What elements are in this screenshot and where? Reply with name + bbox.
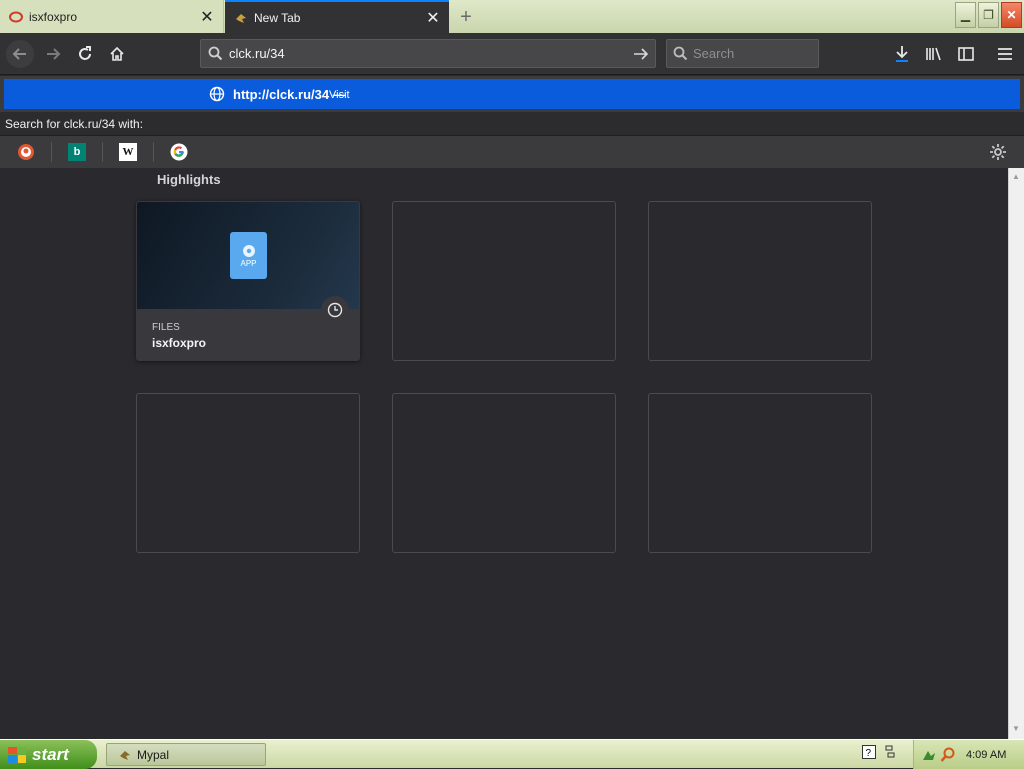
windows-flag-icon bbox=[8, 746, 26, 763]
search-placeholder: Search bbox=[693, 46, 735, 61]
tab-new-tab[interactable]: New Tab ✕ bbox=[225, 0, 449, 33]
window-close-button[interactable]: ✕ bbox=[1001, 2, 1022, 28]
forward-button[interactable] bbox=[39, 40, 67, 68]
start-label: start bbox=[32, 744, 69, 764]
urlbar-dropdown: http://clck.ru/34 — Visit Search for clc… bbox=[0, 76, 1024, 168]
engine-separator bbox=[153, 142, 154, 162]
history-clock-icon bbox=[321, 296, 349, 324]
go-arrow-icon[interactable] bbox=[627, 47, 655, 61]
google-icon[interactable] bbox=[170, 143, 188, 161]
engine-separator bbox=[102, 142, 103, 162]
reload-button[interactable] bbox=[71, 40, 99, 68]
tab-title: isxfoxpro bbox=[29, 9, 78, 24]
mypal-icon bbox=[117, 747, 133, 763]
close-icon[interactable]: ✕ bbox=[197, 7, 217, 27]
close-icon[interactable]: ✕ bbox=[423, 8, 443, 28]
menu-icon[interactable] bbox=[991, 40, 1019, 68]
visit-suggestion-row[interactable]: http://clck.ru/34 — Visit bbox=[4, 79, 1020, 109]
taskbar-item-mypal[interactable]: Mypal bbox=[106, 743, 266, 766]
window-controls: ▁ ❐ ✕ bbox=[955, 2, 1022, 28]
help-icon[interactable]: ? bbox=[862, 745, 876, 764]
search-icon bbox=[667, 46, 693, 61]
restore-button[interactable]: ❐ bbox=[978, 2, 999, 28]
new-tab-button[interactable]: + bbox=[455, 6, 477, 28]
highlight-card[interactable]: APP FILES isxfoxpro bbox=[136, 201, 360, 361]
search-with-label: Search for clck.ru/34 with: bbox=[0, 112, 1024, 136]
home-button[interactable] bbox=[103, 40, 131, 68]
tray-extra-icons: ? bbox=[862, 744, 896, 765]
downloads-icon[interactable] bbox=[888, 40, 916, 68]
system-tray: 4:09 AM bbox=[913, 740, 1024, 769]
search-engine-bar: b W bbox=[0, 136, 1024, 168]
mypal-favicon-icon bbox=[234, 11, 248, 25]
tab-title: New Tab bbox=[254, 10, 301, 25]
svg-text:?: ? bbox=[866, 748, 872, 759]
network-icon[interactable] bbox=[884, 744, 896, 765]
taskbar-item-label: Mypal bbox=[137, 747, 170, 762]
search-bar[interactable]: Search bbox=[666, 39, 819, 68]
new-tab-content: Highlights APP FILES isxfoxpro bbox=[0, 168, 1008, 739]
url-bar[interactable]: clck.ru/34 bbox=[200, 39, 656, 68]
tab-isxfoxpro[interactable]: isxfoxpro ✕ bbox=[0, 0, 224, 33]
engine-separator bbox=[51, 142, 52, 162]
app-file-icon-label: APP bbox=[240, 259, 257, 268]
sidebar-icon[interactable] bbox=[952, 40, 980, 68]
library-icon[interactable] bbox=[920, 40, 948, 68]
duckduckgo-icon[interactable] bbox=[17, 143, 35, 161]
scroll-down-icon[interactable]: ▼ bbox=[1012, 724, 1020, 733]
tray-search-icon[interactable] bbox=[940, 747, 956, 763]
empty-highlight-slot bbox=[136, 393, 360, 553]
start-button[interactable]: start bbox=[0, 740, 97, 769]
search-icon bbox=[201, 46, 229, 61]
globe-icon bbox=[209, 86, 225, 107]
app-file-icon: APP bbox=[230, 232, 267, 279]
empty-highlight-slot bbox=[392, 201, 616, 361]
back-button[interactable] bbox=[6, 40, 34, 68]
url-input[interactable]: clck.ru/34 bbox=[229, 46, 627, 61]
scroll-up-icon[interactable]: ▲ bbox=[1012, 172, 1020, 181]
empty-highlight-slot bbox=[648, 201, 872, 361]
vertical-scrollbar[interactable]: ▲ ▼ bbox=[1008, 168, 1024, 739]
gear-icon[interactable] bbox=[988, 142, 1008, 162]
suggestion-action: Visit bbox=[329, 89, 350, 101]
bing-icon[interactable]: b bbox=[68, 143, 86, 161]
tray-clock: 4:09 AM bbox=[966, 748, 1007, 761]
highlights-heading: Highlights bbox=[157, 172, 221, 187]
minimize-button[interactable]: ▁ bbox=[955, 2, 976, 28]
tray-app-icon[interactable] bbox=[921, 747, 937, 763]
tab-favicon-icon bbox=[9, 10, 23, 24]
empty-highlight-slot bbox=[648, 393, 872, 553]
taskbar: start Mypal ? 4:09 AM bbox=[0, 739, 1024, 769]
card-context-label: FILES bbox=[152, 322, 180, 333]
card-title: isxfoxpro bbox=[152, 336, 207, 350]
navigation-toolbar: clck.ru/34 Search bbox=[0, 33, 1024, 75]
wikipedia-icon[interactable]: W bbox=[119, 143, 137, 161]
title-bar: isxfoxpro ✕ New Tab ✕ + ▁ ❐ ✕ bbox=[0, 0, 1024, 33]
empty-highlight-slot bbox=[392, 393, 616, 553]
